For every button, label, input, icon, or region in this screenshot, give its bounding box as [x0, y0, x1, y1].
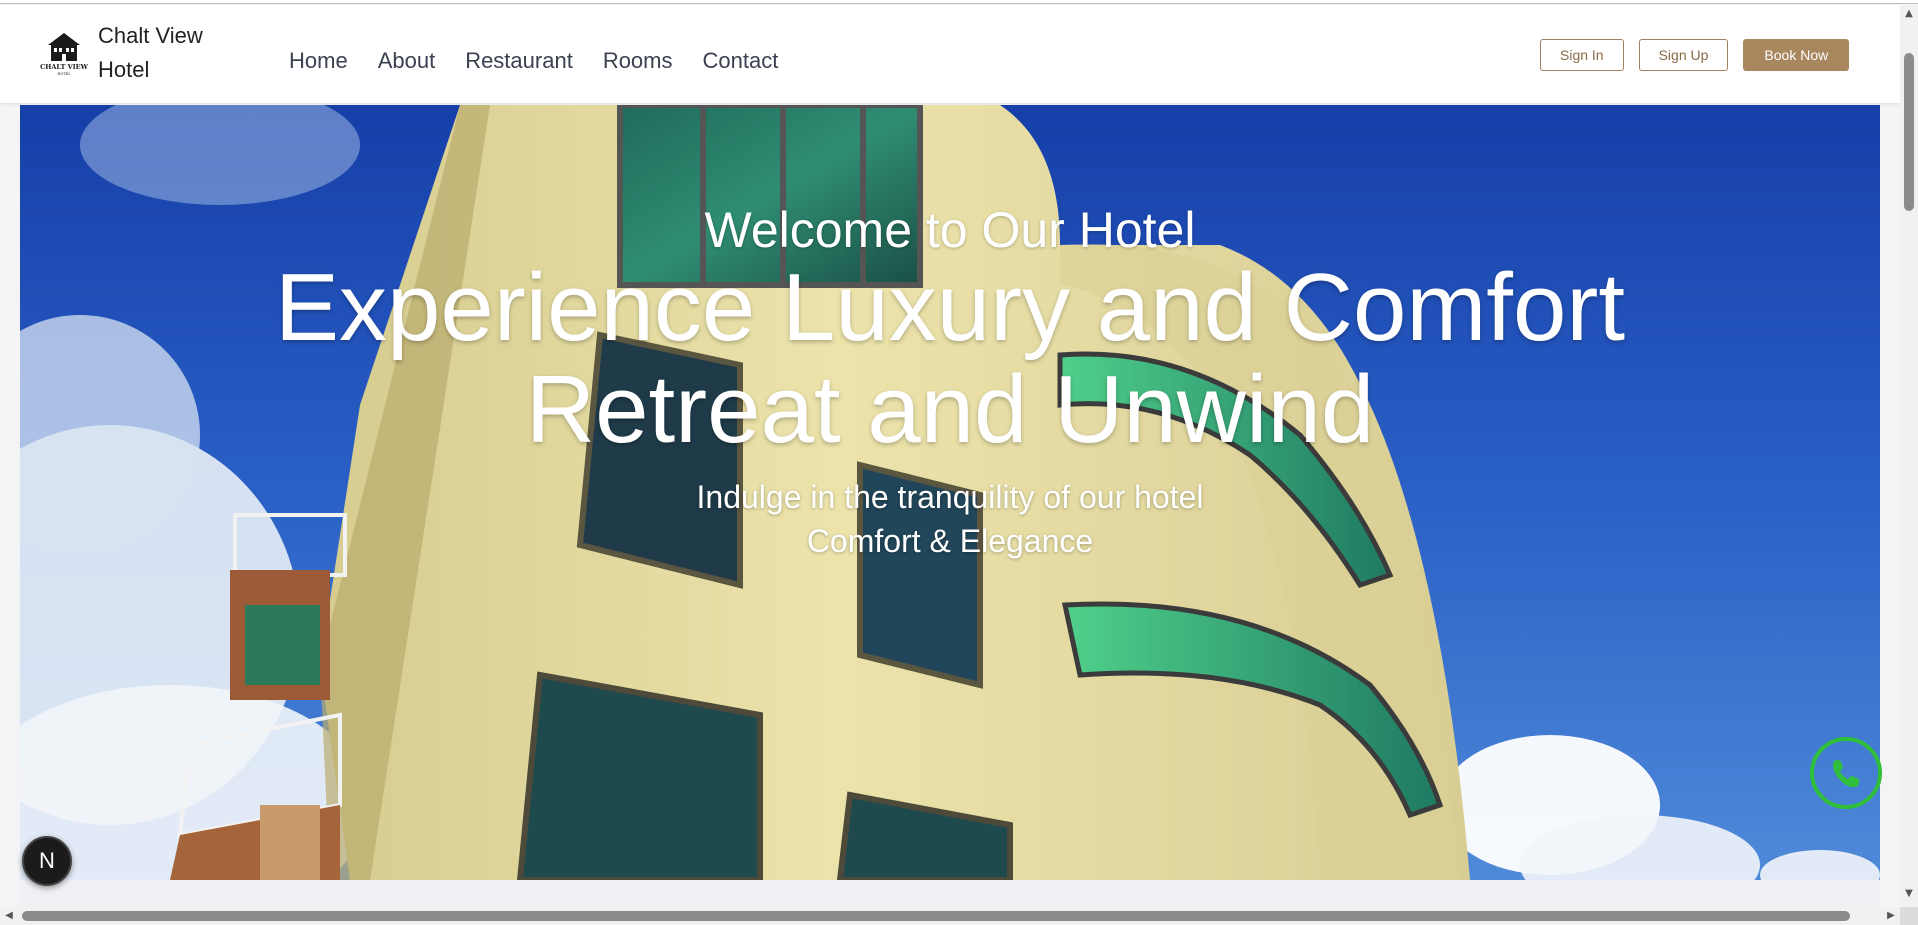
- nav-restaurant[interactable]: Restaurant: [465, 41, 573, 81]
- hero-headline-line1: Experience Luxury and Comfort: [275, 254, 1625, 361]
- hero-welcome: Welcome to Our Hotel: [704, 202, 1196, 258]
- next-dev-badge[interactable]: N: [22, 836, 72, 886]
- page: CHALT VIEW HOTEL Chalt View Hotel Home A…: [0, 0, 1918, 925]
- next-badge-letter: N: [39, 848, 55, 873]
- site-header: CHALT VIEW HOTEL Chalt View Hotel Home A…: [0, 5, 1900, 104]
- hero-section: Welcome to Our Hotel Experience Luxury a…: [20, 105, 1880, 880]
- main-nav: Home About Restaurant Rooms Contact: [289, 41, 808, 81]
- hotel-logo[interactable]: CHALT VIEW HOTEL: [40, 29, 88, 77]
- svg-text:HOTEL: HOTEL: [57, 72, 71, 76]
- whatsapp-button[interactable]: [1810, 737, 1882, 809]
- brand-name-line2: Hotel: [98, 57, 150, 82]
- hero-headline: Experience Luxury and Comfort Retreat an…: [20, 257, 1880, 461]
- hero-subtitle-line1: Indulge in the tranquility of our hotel: [696, 479, 1204, 515]
- scroll-left-arrow-icon[interactable]: ◀: [0, 907, 18, 925]
- brand[interactable]: CHALT VIEW HOTEL Chalt View Hotel: [40, 19, 238, 87]
- nav-about[interactable]: About: [378, 41, 436, 81]
- hero-subtitle-line2: Comfort & Elegance: [806, 523, 1094, 559]
- nav-rooms[interactable]: Rooms: [603, 41, 673, 81]
- hero-subtitle: Indulge in the tranquility of our hotel …: [20, 475, 1880, 563]
- whatsapp-phone-icon: [1833, 760, 1859, 788]
- nav-contact[interactable]: Contact: [703, 41, 779, 81]
- scroll-right-arrow-icon[interactable]: ▶: [1882, 907, 1900, 925]
- svg-text:CHALT VIEW: CHALT VIEW: [40, 63, 88, 71]
- book-now-button[interactable]: Book Now: [1743, 39, 1850, 71]
- nav-home[interactable]: Home: [289, 41, 348, 81]
- vertical-scroll-thumb[interactable]: [1904, 53, 1914, 211]
- scroll-down-arrow-icon[interactable]: ▼: [1900, 885, 1918, 903]
- brand-name-line1: Chalt View: [98, 23, 203, 48]
- horizontal-scrollbar[interactable]: ◀ ▶: [0, 907, 1900, 925]
- brand-name[interactable]: Chalt View Hotel: [98, 19, 238, 87]
- horizontal-scroll-thumb[interactable]: [22, 911, 1850, 921]
- top-rule: [0, 0, 1918, 4]
- scrollbar-corner: [1900, 907, 1918, 925]
- content-strip: [20, 880, 1880, 908]
- sign-in-button[interactable]: Sign In: [1540, 39, 1624, 71]
- hero-headline-line2: Retreat and Unwind: [525, 356, 1375, 463]
- auth-actions: Sign In Sign Up Book Now: [1540, 39, 1850, 71]
- hotel-building-icon: CHALT VIEW HOTEL: [40, 33, 88, 76]
- sign-up-button[interactable]: Sign Up: [1638, 39, 1729, 71]
- vertical-scrollbar[interactable]: ▲ ▼: [1900, 5, 1918, 905]
- scroll-up-arrow-icon[interactable]: ▲: [1900, 5, 1918, 23]
